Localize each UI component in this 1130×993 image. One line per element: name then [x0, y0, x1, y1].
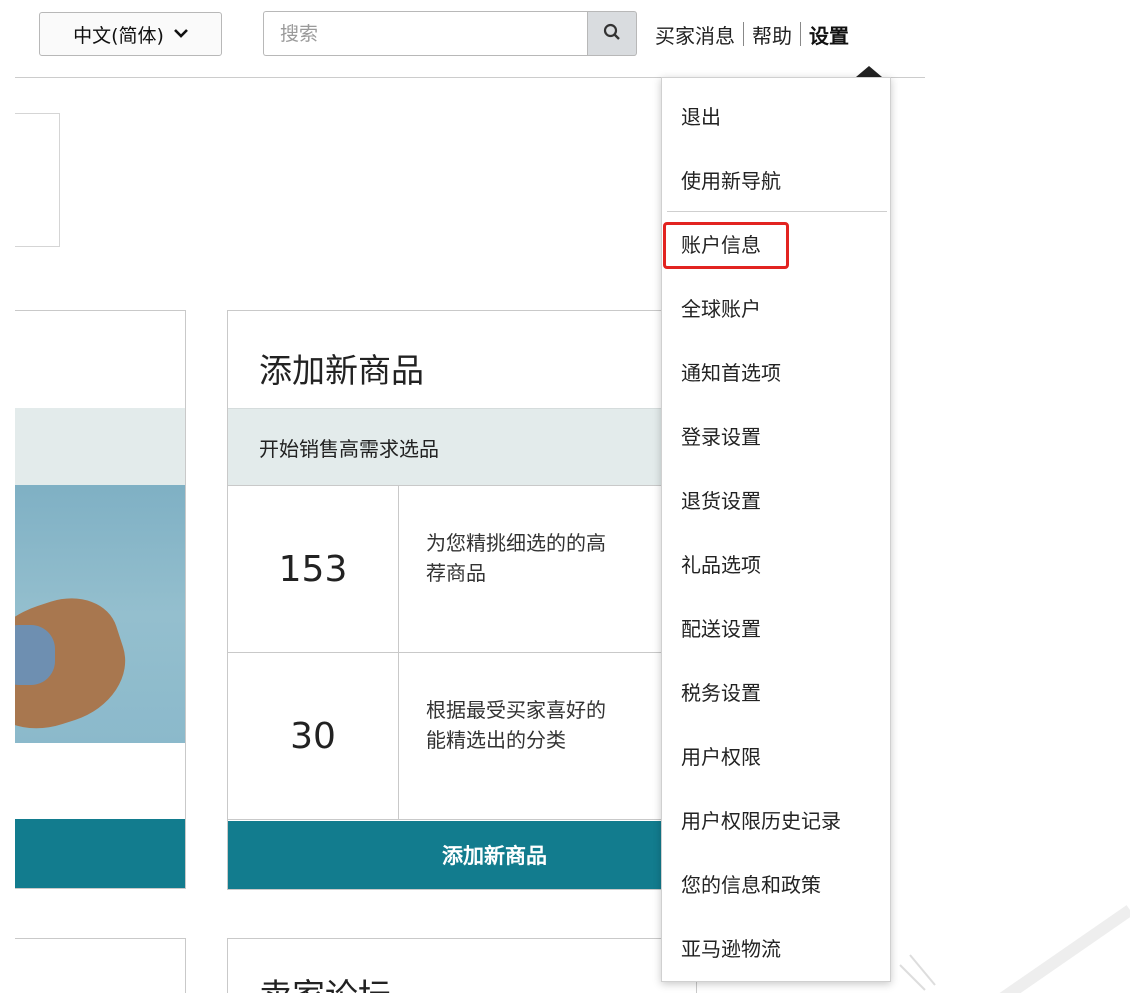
buyer-messages-link[interactable]: 买家消息	[655, 20, 735, 49]
menu-item-logout[interactable]: 退出	[681, 100, 721, 134]
language-label: 中文(简体)	[73, 24, 164, 47]
menu-item-gift-options[interactable]: 礼品选项	[681, 548, 761, 582]
menu-item-fulfillment-by-amazon[interactable]: 亚马逊物流	[681, 932, 781, 966]
menu-item-new-navigation[interactable]: 使用新导航	[681, 164, 781, 198]
menu-item-global-accounts[interactable]: 全球账户	[681, 292, 761, 326]
menu-item-account-info[interactable]: 账户信息	[681, 228, 761, 262]
menu-item-tax-settings[interactable]: 税务设置	[681, 676, 761, 710]
divider	[743, 22, 744, 46]
menu-item-user-permissions-history[interactable]: 用户权限历史记录	[681, 804, 841, 838]
partial-panel	[15, 113, 60, 247]
settings-dropdown-menu: 退出 使用新导航 账户信息 全球账户 通知首选项 登录设置 退货设置 礼品选项 …	[661, 77, 891, 982]
promo-image	[15, 485, 185, 743]
divider	[800, 22, 801, 46]
search-icon	[603, 23, 621, 45]
search-button[interactable]	[587, 11, 637, 56]
stat-count: 30	[228, 653, 399, 819]
card-subtitle-band: 开始销售高需求选品	[228, 408, 696, 486]
menu-item-notification-preferences[interactable]: 通知首选项	[681, 356, 781, 390]
add-product-button[interactable]: 添加新商品	[228, 821, 696, 889]
add-product-button-label: 添加新商品	[442, 844, 547, 868]
seller-central-page: 中文(简体) 买家消息 帮助 设置 添加新商品 开始销售高需求选品 153	[0, 0, 1130, 993]
settings-link[interactable]: 设置	[809, 20, 849, 49]
card-subtitle: 开始销售高需求选品	[259, 437, 439, 461]
card-title: 添加新商品	[259, 351, 424, 390]
menu-item-login-settings[interactable]: 登录设置	[681, 420, 761, 454]
watermark	[899, 905, 1130, 993]
forum-card: 卖家论坛	[227, 938, 697, 993]
forum-card-title: 卖家论坛	[259, 969, 391, 993]
menu-item-user-permissions[interactable]: 用户权限	[681, 740, 761, 774]
promo-image-sleeve	[15, 625, 55, 685]
stat-row[interactable]: 153 为您精挑细选的的高 荐商品	[228, 486, 696, 653]
stat-description: 根据最受买家喜好的 能精选出的分类	[426, 698, 606, 752]
help-link[interactable]: 帮助	[752, 20, 792, 49]
chevron-down-icon	[173, 26, 188, 42]
left-card	[15, 310, 186, 889]
stat-count: 153	[228, 486, 399, 652]
left-card-band	[15, 408, 185, 485]
language-select[interactable]: 中文(简体)	[39, 12, 222, 56]
search-input[interactable]	[263, 11, 587, 56]
menu-item-shipping-settings[interactable]: 配送设置	[681, 612, 761, 646]
stat-row[interactable]: 30 根据最受买家喜好的 能精选出的分类	[228, 653, 696, 820]
top-links: 买家消息 帮助 设置	[655, 18, 849, 50]
left-card-button[interactable]	[15, 819, 185, 888]
stat-description: 为您精挑细选的的高 荐商品	[426, 531, 606, 585]
menu-divider	[667, 211, 887, 212]
menu-caret	[856, 66, 882, 77]
add-product-card: 添加新商品 开始销售高需求选品 153 为您精挑细选的的高 荐商品 30 根据最…	[227, 310, 697, 890]
menu-item-return-settings[interactable]: 退货设置	[681, 484, 761, 518]
menu-item-your-info-and-policies[interactable]: 您的信息和政策	[681, 868, 821, 902]
left-card-lower	[15, 938, 186, 993]
